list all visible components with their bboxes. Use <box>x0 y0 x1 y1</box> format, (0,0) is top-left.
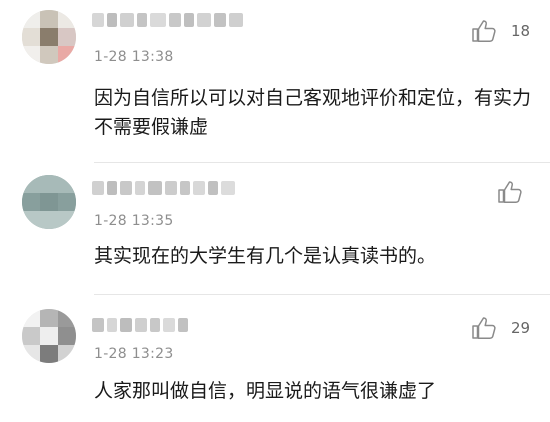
comment-time: 1-28 13:38 <box>94 49 174 65</box>
comment-text: 其实现在的大学生有几个是认真读书的。 <box>94 245 437 267</box>
avatar[interactable] <box>22 309 76 363</box>
username[interactable] <box>92 180 235 196</box>
comment-time: 1-28 13:35 <box>94 213 174 229</box>
like-count: 18 <box>511 22 531 40</box>
like-count: 29 <box>511 319 531 337</box>
thumbs-up-icon <box>472 20 496 42</box>
thumbs-up-icon <box>498 181 522 203</box>
username[interactable] <box>92 12 243 28</box>
username[interactable] <box>92 317 188 333</box>
like-button[interactable]: 18 <box>471 19 530 43</box>
like-button[interactable]: 29 <box>471 316 530 340</box>
avatar[interactable] <box>22 175 76 229</box>
thumbs-up-icon <box>472 317 496 339</box>
comment-text: 因为自信所以可以对自己客观地评价和定位，有实力不需要假谦虚 <box>94 87 532 138</box>
avatar[interactable] <box>22 10 76 64</box>
comment-text: 人家那叫做自信，明显说的语气很谦虚了 <box>94 380 437 402</box>
comment-item: 1-28 13:38 因为自信所以可以对自己客观地评价和定位，有实力不需要假谦虚… <box>0 0 550 160</box>
comment-item: 1-28 13:23 人家那叫做自信，明显说的语气很谦虚了 29 <box>0 295 550 422</box>
comment-list: 1-28 13:38 因为自信所以可以对自己客观地评价和定位，有实力不需要假谦虚… <box>0 0 550 422</box>
comment-item: 1-28 13:35 其实现在的大学生有几个是认真读书的。 <box>0 163 550 294</box>
like-button[interactable] <box>497 180 537 204</box>
comment-time: 1-28 13:23 <box>94 346 174 362</box>
